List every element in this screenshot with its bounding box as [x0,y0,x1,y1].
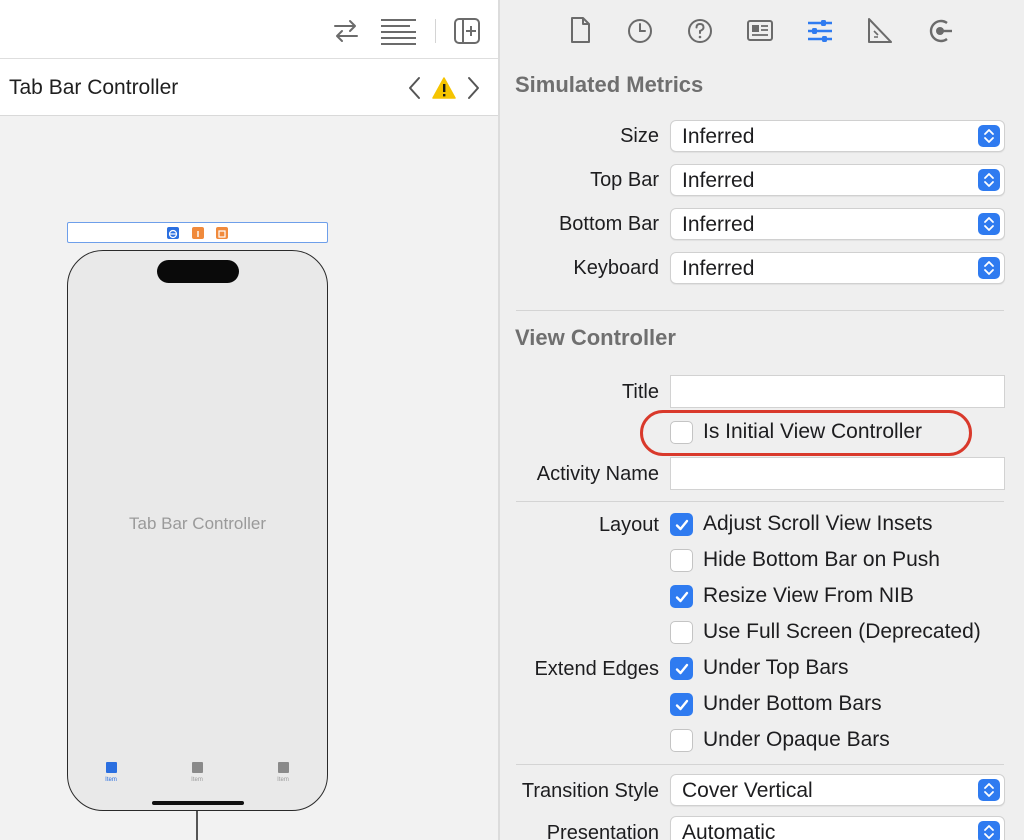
dynamic-island [157,260,239,283]
swap-arrows-icon[interactable] [331,16,361,46]
size-popup-value: Inferred [682,125,755,148]
checkbox-label: Under Top Bars [703,656,849,679]
checkbox-box [670,621,693,644]
view-controller-header: View Controller [515,325,676,350]
checkbox-label: Hide Bottom Bar on Push [703,548,940,571]
chevron-updown-icon [978,213,1000,235]
chevron-right-icon[interactable] [462,75,484,101]
chevron-updown-icon [978,169,1000,191]
tab-item-icon [277,762,289,773]
title-label: Title [621,381,659,403]
add-editor-icon[interactable] [452,16,482,46]
top-bar-popup[interactable]: Inferred [670,164,1005,196]
warning-icon[interactable] [432,75,456,101]
chevron-updown-icon [978,125,1000,147]
transition-style-value: Cover Vertical [682,779,813,802]
chevron-left-icon[interactable] [404,75,426,101]
section-divider [516,501,1004,502]
activity-name-field[interactable] [670,457,1005,490]
inspector-tab-bar [500,0,1024,59]
presentation-popup[interactable]: Automatic [670,816,1005,840]
first-responder-icon[interactable] [192,227,204,239]
checkbox-label: Use Full Screen (Deprecated) [703,620,981,643]
help-icon[interactable] [685,14,715,46]
checkbox-box [670,549,693,572]
tab-bar-item[interactable]: Item [91,762,131,792]
checkbox-checked [670,657,693,680]
chevron-updown-icon [978,821,1000,840]
relationship-segue-line[interactable] [196,811,198,840]
text-lines-icon[interactable] [380,16,418,46]
keyboard-popup-value: Inferred [682,257,755,280]
identity-icon[interactable] [745,14,775,46]
section-divider [516,310,1004,311]
tab-bar-controller-scene[interactable]: Tab Bar Controller Item Item Item [67,250,328,811]
inspector-pane: Simulated Metrics Size Inferred Top Bar … [500,0,1024,840]
connections-icon[interactable] [925,14,955,46]
jump-bar: Tab Bar Controller [0,59,499,116]
scene-dock[interactable] [67,222,328,243]
checkbox-label: Under Opaque Bars [703,728,890,751]
exit-icon[interactable] [216,227,228,239]
storyboard-canvas[interactable]: Tab Bar Controller Tab Bar Controller It [0,0,499,840]
keyboard-popup[interactable]: Inferred [670,252,1005,284]
size-popup[interactable]: Inferred [670,120,1005,152]
top-bar-popup-value: Inferred [682,169,755,192]
title-field[interactable] [670,375,1005,408]
top-bar-label: Top Bar [590,169,659,191]
jump-bar-title[interactable]: Tab Bar Controller [9,76,178,100]
tab-item-icon [191,762,203,773]
checkbox-box [670,729,693,752]
tab-bar-item[interactable]: Item [177,762,217,792]
tab-item-label: Item [277,777,289,783]
presentation-label: Presentation [546,822,659,840]
checkbox-checked [670,585,693,608]
bottom-bar-label: Bottom Bar [558,213,659,235]
bottom-bar-popup[interactable]: Inferred [670,208,1005,240]
transition-style-popup[interactable]: Cover Vertical [670,774,1005,806]
highlight-annotation [640,410,972,456]
tab-item-label: Item [191,777,203,783]
checkbox-checked [670,693,693,716]
file-icon[interactable] [565,14,595,46]
transition-style-label: Transition Style [521,780,659,802]
bottom-bar-popup-value: Inferred [682,213,755,236]
extend-edges-label: Extend Edges [534,658,659,680]
layout-label: Layout [598,514,659,536]
scene-label: Tab Bar Controller [128,514,266,533]
checkbox-label: Adjust Scroll View Insets [703,512,933,535]
section-divider [516,764,1004,765]
presentation-value: Automatic [682,821,776,840]
tab-item-icon [105,762,117,773]
keyboard-label: Keyboard [573,257,659,279]
tab-item-label: Item [105,777,117,783]
checkbox-label: Resize View From NIB [703,584,914,607]
activity-name-label: Activity Name [536,463,659,485]
editor-toolbar [0,0,499,59]
chevron-updown-icon [978,779,1000,801]
tab-bar-controller-icon[interactable] [167,227,179,239]
home-indicator [152,801,244,805]
size-label: Size [620,125,659,147]
simulated-metrics-header: Simulated Metrics [515,72,704,97]
chevron-updown-icon [978,257,1000,279]
attributes-icon[interactable] [805,14,835,46]
toolbar-separator [435,19,436,43]
checkbox-label: Under Bottom Bars [703,692,882,715]
tab-bar-item[interactable]: Item [263,762,303,792]
checkbox-checked [670,513,693,536]
size-ruler-icon[interactable] [865,14,895,46]
history-icon[interactable] [625,14,655,46]
